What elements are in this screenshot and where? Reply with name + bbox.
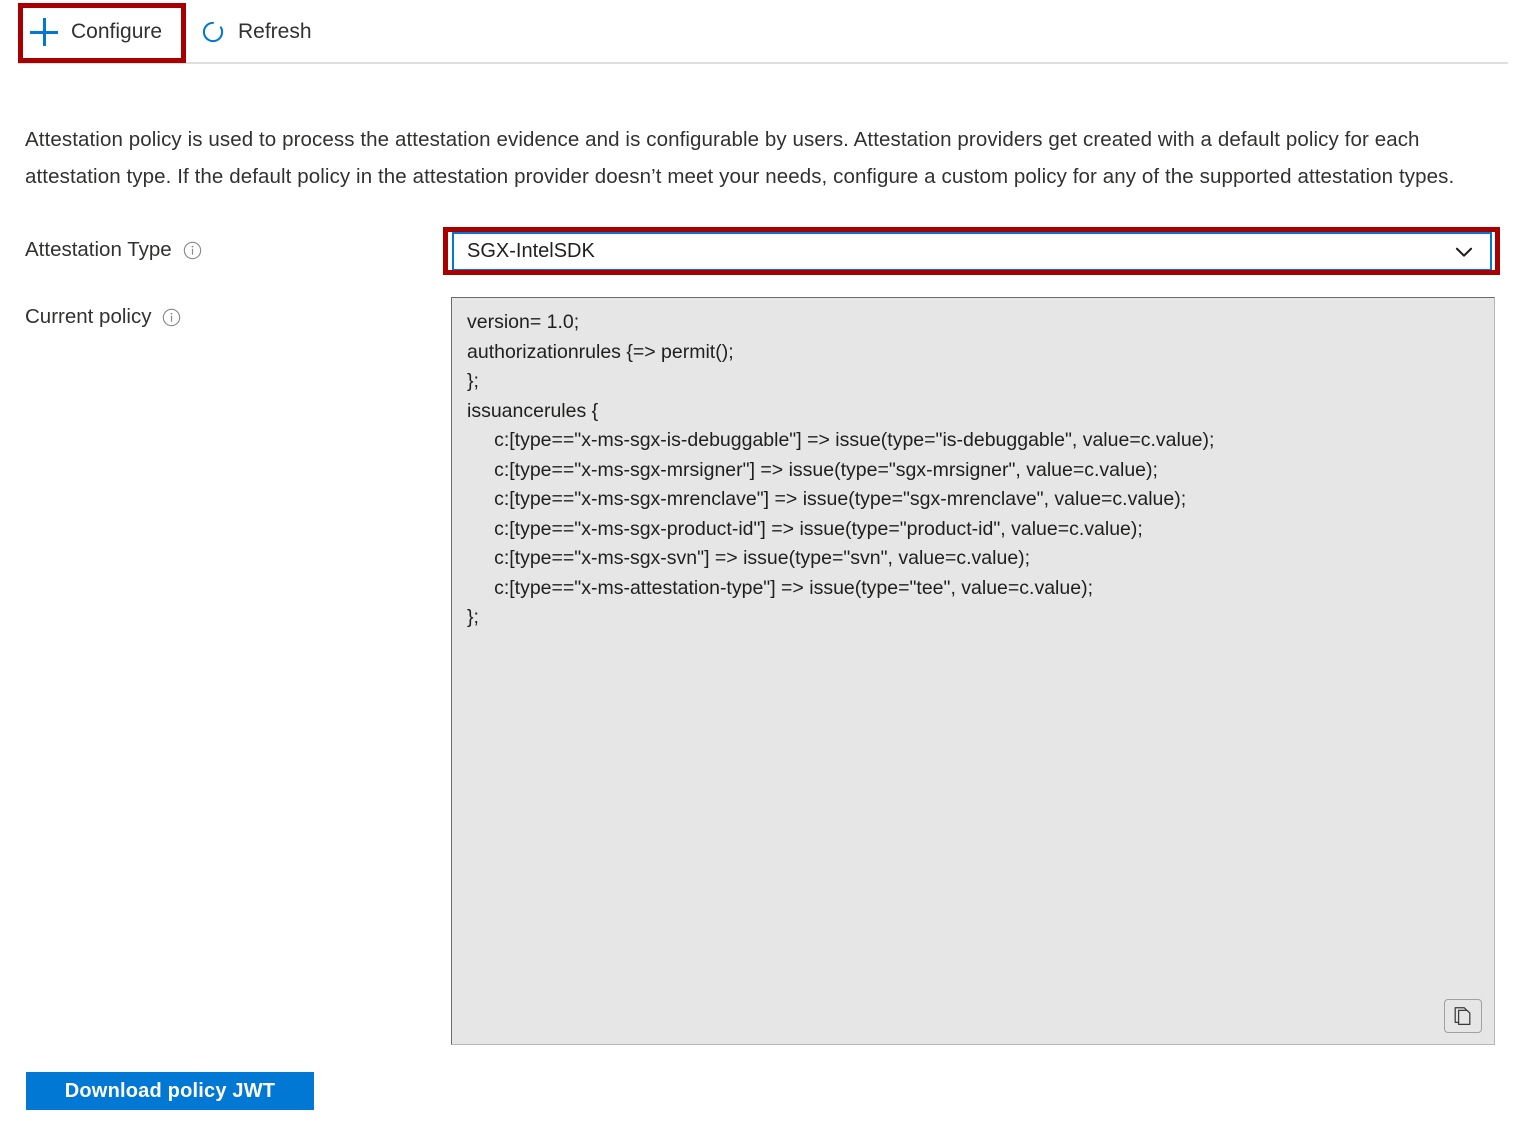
copy-policy-button[interactable] bbox=[1444, 999, 1482, 1033]
copy-icon bbox=[1452, 1005, 1474, 1027]
attestation-type-label: Attestation Type bbox=[25, 238, 202, 262]
current-policy-label-text: Current policy bbox=[25, 305, 151, 329]
page-description: Attestation policy is used to process th… bbox=[25, 121, 1485, 195]
download-policy-jwt-button[interactable]: Download policy JWT bbox=[26, 1072, 314, 1110]
toolbar-divider bbox=[18, 62, 1508, 64]
current-policy-content: version= 1.0; authorizationrules {=> per… bbox=[467, 308, 1479, 633]
chevron-down-icon[interactable] bbox=[1451, 239, 1490, 265]
refresh-icon bbox=[200, 19, 238, 45]
attestation-type-selected-value: SGX-IntelSDK bbox=[454, 240, 1451, 263]
configure-button-label: Configure bbox=[71, 20, 162, 44]
attestation-type-dropdown[interactable]: SGX-IntelSDK bbox=[452, 232, 1492, 271]
info-icon[interactable] bbox=[151, 308, 181, 327]
command-toolbar: Configure Refresh bbox=[0, 0, 1520, 63]
configure-button[interactable]: Configure bbox=[30, 12, 162, 52]
current-policy-label: Current policy bbox=[25, 305, 181, 329]
attestation-type-label-text: Attestation Type bbox=[25, 238, 172, 262]
current-policy-textarea[interactable]: version= 1.0; authorizationrules {=> per… bbox=[451, 297, 1495, 1045]
refresh-button[interactable]: Refresh bbox=[200, 12, 312, 52]
info-icon[interactable] bbox=[172, 241, 202, 260]
plus-icon bbox=[30, 18, 58, 46]
refresh-button-label: Refresh bbox=[238, 20, 312, 44]
